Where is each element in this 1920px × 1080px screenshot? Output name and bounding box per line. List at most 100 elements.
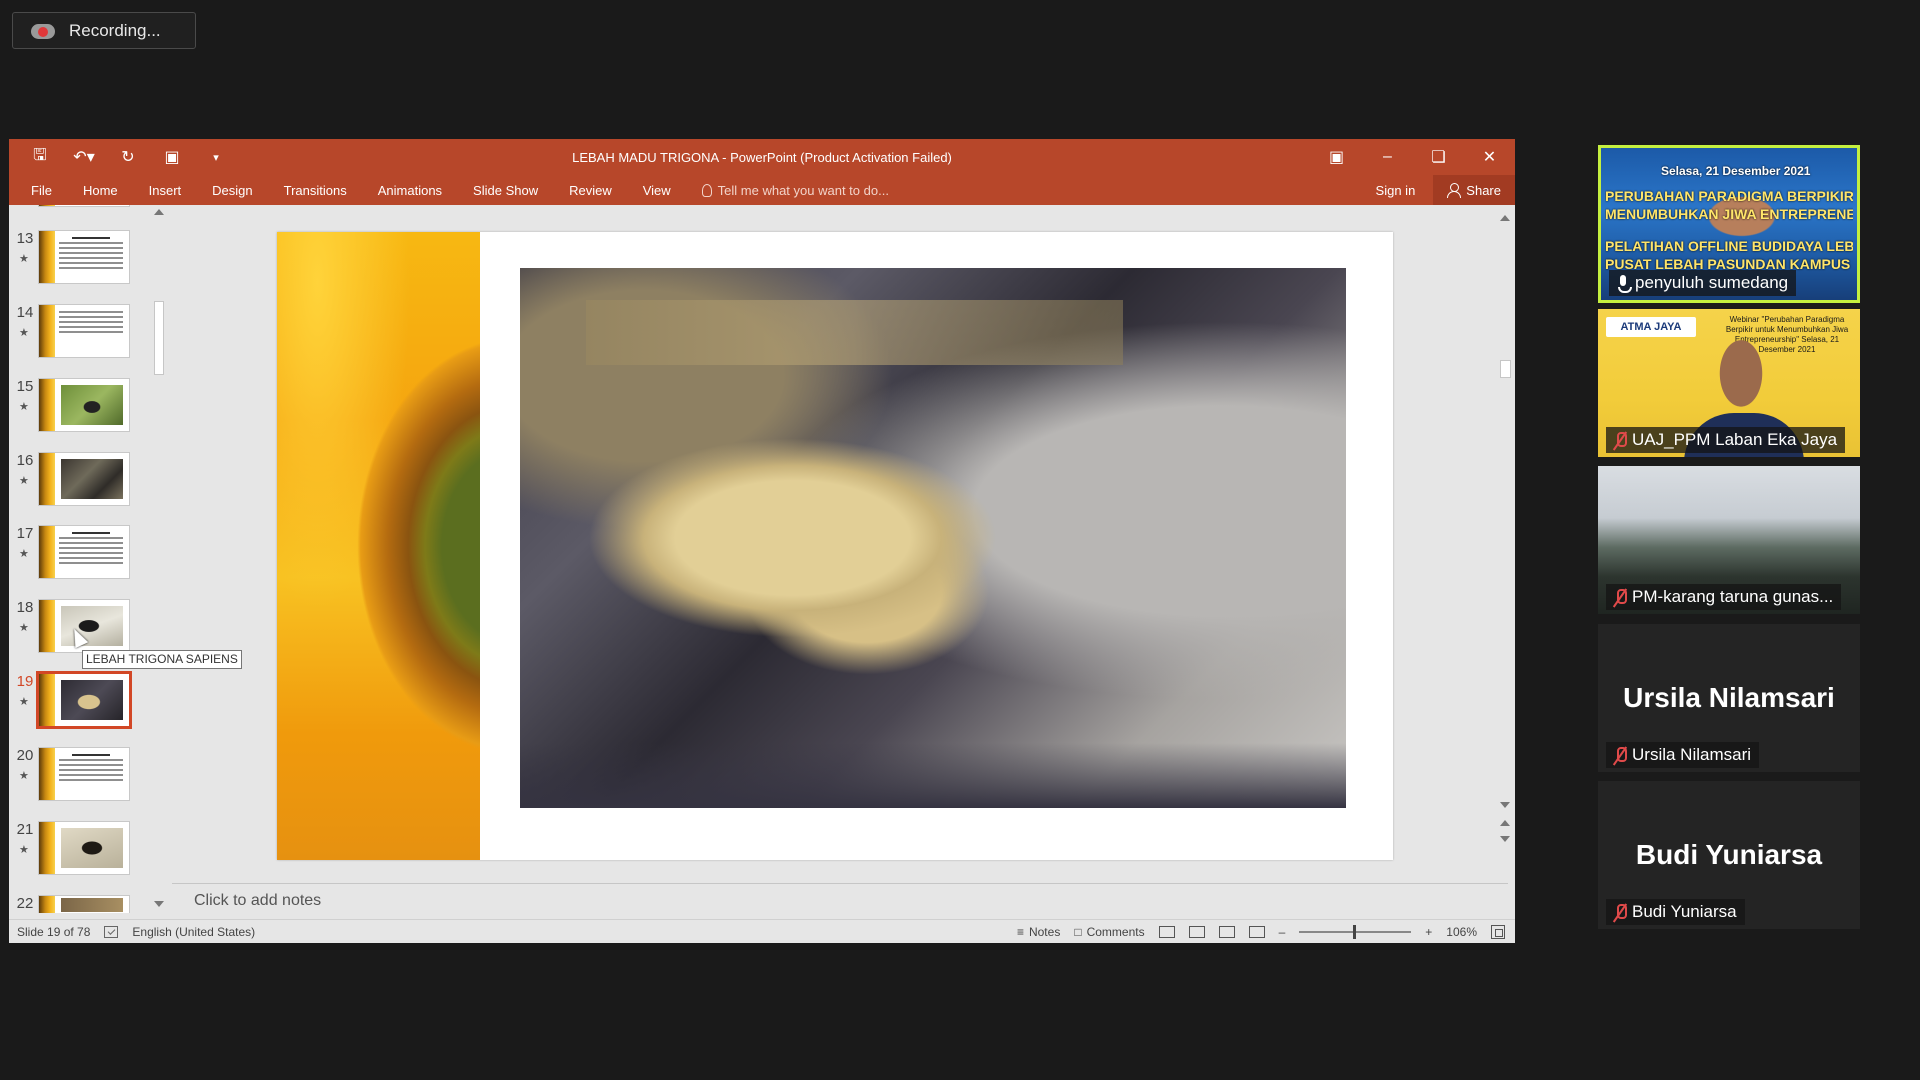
recording-indicator[interactable]: Recording... bbox=[12, 12, 196, 49]
thumbnail-image bbox=[38, 895, 130, 913]
slide-number: 22 bbox=[16, 895, 34, 912]
share-button[interactable]: Share bbox=[1433, 175, 1515, 205]
comment-icon: □ bbox=[1074, 925, 1082, 939]
participant-name-text: UAJ_PPM Laban Eka Jaya bbox=[1632, 430, 1838, 449]
notes-toggle-button[interactable]: ≡ Notes bbox=[1017, 925, 1060, 939]
banner-text: PERUBAHAN PARADIGMA BERPIKIR bbox=[1605, 188, 1853, 204]
thumbnail-image bbox=[38, 747, 130, 801]
participant-name: Budi Yuniarsa bbox=[1606, 899, 1745, 925]
person-icon bbox=[1447, 183, 1462, 198]
spelling-check-icon[interactable] bbox=[104, 925, 119, 938]
thumbnail-image bbox=[38, 452, 130, 506]
window-title: LEBAH MADU TRIGONA - PowerPoint (Product… bbox=[572, 150, 952, 165]
slide-thumbnails-pane[interactable]: 13 ★ 14 ★ 15 ★ 16 ★ 17 ★ 18 ★ 19 ★ 20 ★ … bbox=[9, 205, 172, 913]
scroll-thumb[interactable] bbox=[1500, 360, 1511, 378]
normal-view-icon[interactable] bbox=[1158, 926, 1175, 938]
sign-in-link[interactable]: Sign in bbox=[1376, 183, 1416, 198]
scroll-down-icon[interactable] bbox=[1500, 802, 1510, 808]
tab-review[interactable]: Review bbox=[569, 183, 612, 198]
participant-name: penyuluh sumedang bbox=[1609, 270, 1797, 296]
tell-me-search[interactable]: Tell me what you want to do... bbox=[701, 182, 889, 198]
thumbnail-slide-22[interactable]: 22 bbox=[9, 895, 149, 913]
zoom-level[interactable]: 106% bbox=[1446, 925, 1477, 939]
slide-number: 17 bbox=[16, 525, 34, 542]
star-icon: ★ bbox=[19, 770, 29, 782]
next-slide-icon[interactable] bbox=[1500, 836, 1510, 842]
thumbnail-slide-20[interactable]: 20 ★ bbox=[9, 747, 149, 807]
thumbnail-slide-14[interactable]: 14 ★ bbox=[9, 304, 149, 364]
zoom-slider[interactable] bbox=[1299, 925, 1412, 939]
microphone-muted-icon bbox=[1614, 747, 1627, 763]
scroll-down-icon[interactable] bbox=[154, 901, 164, 907]
notes-pane[interactable]: Click to add notes bbox=[172, 883, 1508, 917]
star-icon: ★ bbox=[19, 401, 29, 413]
fit-slide-icon[interactable] bbox=[1491, 925, 1505, 939]
tell-me-text: Tell me what you want to do... bbox=[717, 182, 889, 198]
slide-scrollbar[interactable] bbox=[1497, 210, 1514, 848]
slide-show-icon[interactable] bbox=[1248, 926, 1265, 938]
tab-home[interactable]: Home bbox=[83, 183, 118, 198]
slide-number: 21 bbox=[16, 821, 34, 838]
sunflower-image bbox=[277, 232, 480, 860]
scroll-up-icon[interactable] bbox=[154, 209, 164, 215]
banner-text: PELATIHAN OFFLINE BUDIDAYA LEBAH MADU bbox=[1605, 238, 1853, 254]
slide-counter[interactable]: Slide 19 of 78 bbox=[17, 925, 90, 939]
thumbnail-slide-16[interactable]: 16 ★ bbox=[9, 452, 149, 512]
tab-view[interactable]: View bbox=[643, 183, 671, 198]
participant-tile[interactable]: ATMA JAYA Webinar "Perubahan Paradigma B… bbox=[1598, 309, 1860, 457]
restore-icon[interactable]: ❏ bbox=[1413, 147, 1464, 167]
star-icon: ★ bbox=[19, 622, 29, 634]
participant-name: Ursila Nilamsari bbox=[1606, 742, 1760, 768]
thumbnail-image bbox=[38, 378, 130, 432]
slide-number: 15 bbox=[16, 378, 34, 395]
title-bar: 🖫 ↶▾ ↻ ▣ ▾ LEBAH MADU TRIGONA - PowerPoi… bbox=[9, 139, 1515, 175]
comments-toggle-button[interactable]: □ Comments bbox=[1074, 925, 1144, 939]
microphone-muted-icon bbox=[1614, 432, 1627, 448]
thumbnail-slide-17[interactable]: 17 ★ bbox=[9, 525, 149, 585]
participant-tile[interactable]: Budi Yuniarsa Budi Yuniarsa bbox=[1598, 781, 1860, 929]
scroll-thumb[interactable] bbox=[154, 301, 164, 375]
tab-slide-show[interactable]: Slide Show bbox=[473, 183, 538, 198]
tab-design[interactable]: Design bbox=[212, 183, 252, 198]
thumbnail-slide-13[interactable]: 13 ★ bbox=[9, 230, 149, 290]
participant-tile[interactable]: Ursila Nilamsari Ursila Nilamsari bbox=[1598, 624, 1860, 772]
ribbon-display-options-icon[interactable]: ▣ bbox=[1311, 147, 1362, 167]
status-bar: Slide 19 of 78 English (United States) ≡… bbox=[9, 919, 1515, 943]
slide-number: 14 bbox=[16, 304, 34, 321]
thumbnail-slide-21[interactable]: 21 ★ bbox=[9, 821, 149, 881]
thumbnails-scrollbar[interactable] bbox=[150, 205, 167, 913]
current-slide[interactable] bbox=[277, 232, 1393, 860]
participant-name: PM-karang taruna gunas... bbox=[1606, 584, 1842, 610]
participant-name: UAJ_PPM Laban Eka Jaya bbox=[1606, 427, 1846, 453]
tab-file[interactable]: File bbox=[31, 183, 52, 198]
thumbnail-image bbox=[38, 304, 130, 358]
tab-animations[interactable]: Animations bbox=[378, 183, 442, 198]
previous-slide-icon[interactable] bbox=[1500, 820, 1510, 826]
reading-view-icon[interactable] bbox=[1218, 926, 1235, 938]
slide-number: 18 bbox=[16, 599, 34, 616]
close-icon[interactable]: ✕ bbox=[1464, 147, 1515, 167]
participant-tile[interactable]: PM-karang taruna gunas... bbox=[1598, 466, 1860, 614]
zoom-out-icon[interactable]: – bbox=[1279, 925, 1286, 939]
slide-number: 20 bbox=[16, 747, 34, 764]
thumbnail-slide-15[interactable]: 15 ★ bbox=[9, 378, 149, 438]
zoom-in-icon[interactable]: + bbox=[1425, 925, 1432, 939]
microphone-muted-icon bbox=[1614, 904, 1627, 920]
window-controls: ▣ – ❏ ✕ bbox=[1311, 139, 1515, 175]
participant-name-text: PM-karang taruna gunas... bbox=[1632, 587, 1834, 606]
share-label: Share bbox=[1466, 182, 1501, 198]
tab-transitions[interactable]: Transitions bbox=[284, 183, 347, 198]
language-indicator[interactable]: English (United States) bbox=[132, 925, 255, 939]
trigona-hive-photo[interactable] bbox=[520, 268, 1346, 808]
star-icon: ★ bbox=[19, 327, 29, 339]
participant-avatar-name: Budi Yuniarsa bbox=[1635, 839, 1823, 870]
recording-label: Recording... bbox=[69, 20, 161, 40]
participant-tile[interactable]: Selasa, 21 Desember 2021 PERUBAHAN PARAD… bbox=[1598, 145, 1860, 303]
minimize-icon[interactable]: – bbox=[1362, 148, 1413, 166]
tab-insert[interactable]: Insert bbox=[149, 183, 182, 198]
scroll-up-icon[interactable] bbox=[1500, 215, 1510, 221]
thumbnail-image bbox=[38, 821, 130, 875]
slide-sorter-icon[interactable] bbox=[1188, 926, 1205, 938]
thumbnail-image bbox=[38, 599, 130, 653]
thumbnail-slide-19-selected[interactable]: 19 ★ bbox=[9, 671, 149, 733]
